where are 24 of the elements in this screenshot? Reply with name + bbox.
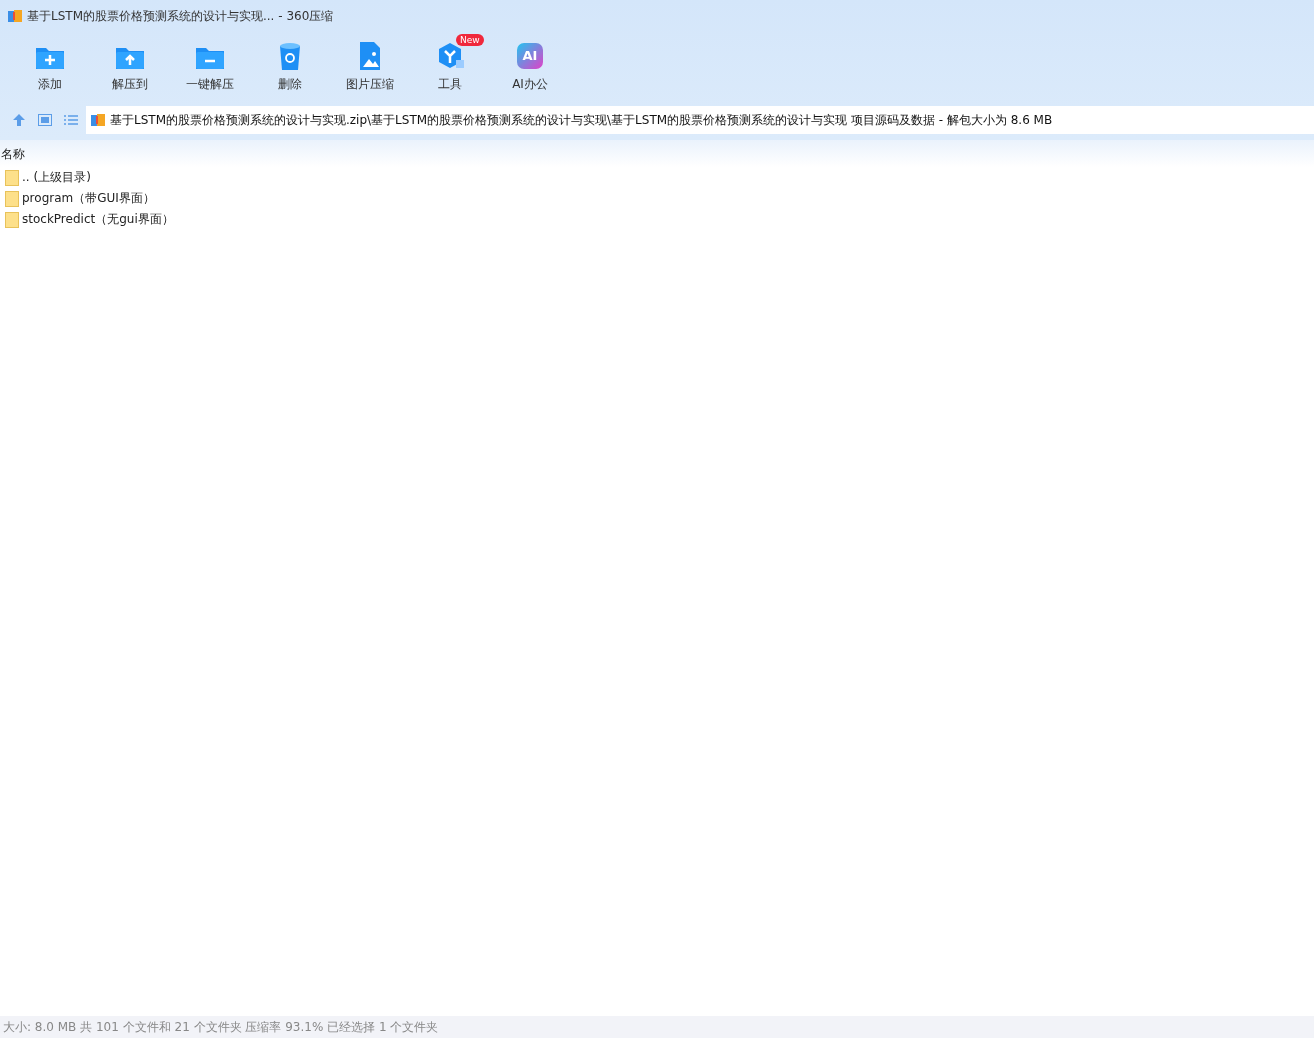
- toolbar-button[interactable]: 一键解压: [170, 36, 250, 102]
- toolbar-button[interactable]: 删除: [250, 36, 330, 102]
- new-badge: New: [456, 34, 484, 46]
- toolbar-button[interactable]: AI AI办公: [490, 36, 570, 102]
- file-name[interactable]: .. (上级目录): [22, 169, 91, 186]
- toolbar-button[interactable]: 添加: [10, 36, 90, 102]
- column-header[interactable]: 名称: [1, 147, 25, 161]
- archive-icon: [90, 112, 106, 128]
- file-name[interactable]: program（带GUI界面）: [22, 190, 155, 207]
- toolbar-button[interactable]: New 工具: [410, 36, 490, 102]
- ai-logo: AI: [517, 43, 543, 69]
- folder-icon: [5, 169, 19, 186]
- file-name[interactable]: stockPredict（无gui界面）: [22, 211, 174, 228]
- status-bar: 大小: 8.0 MB 共 101 个文件和 21 个文件夹 压缩率 93.1% 已经选择 1 个文件夹: [0, 1016, 1314, 1038]
- folder-icon: [5, 211, 19, 228]
- window-title: 基于LSTM的股票价格预测系统的设计与实现... - 360压缩: [27, 7, 334, 25]
- thumbnail-view-icon[interactable]: [38, 114, 52, 126]
- folder-icon: [5, 190, 19, 207]
- list-view-icon[interactable]: [64, 114, 78, 126]
- toolbar-button[interactable]: 解压到: [90, 36, 170, 102]
- address-field[interactable]: 基于LSTM的股票价格预测系统的设计与实现.zip\基于LSTM的股票价格预测系统的设计与实现\基于LSTM的股票价格预测系统的设计与实现 项目源码及数据 - 解包大小为 8.6 MB: [86, 106, 1314, 134]
- archive-icon: [7, 8, 23, 24]
- toolbar-button[interactable]: 图片压缩: [330, 36, 410, 102]
- up-arrow-icon[interactable]: [12, 113, 26, 127]
